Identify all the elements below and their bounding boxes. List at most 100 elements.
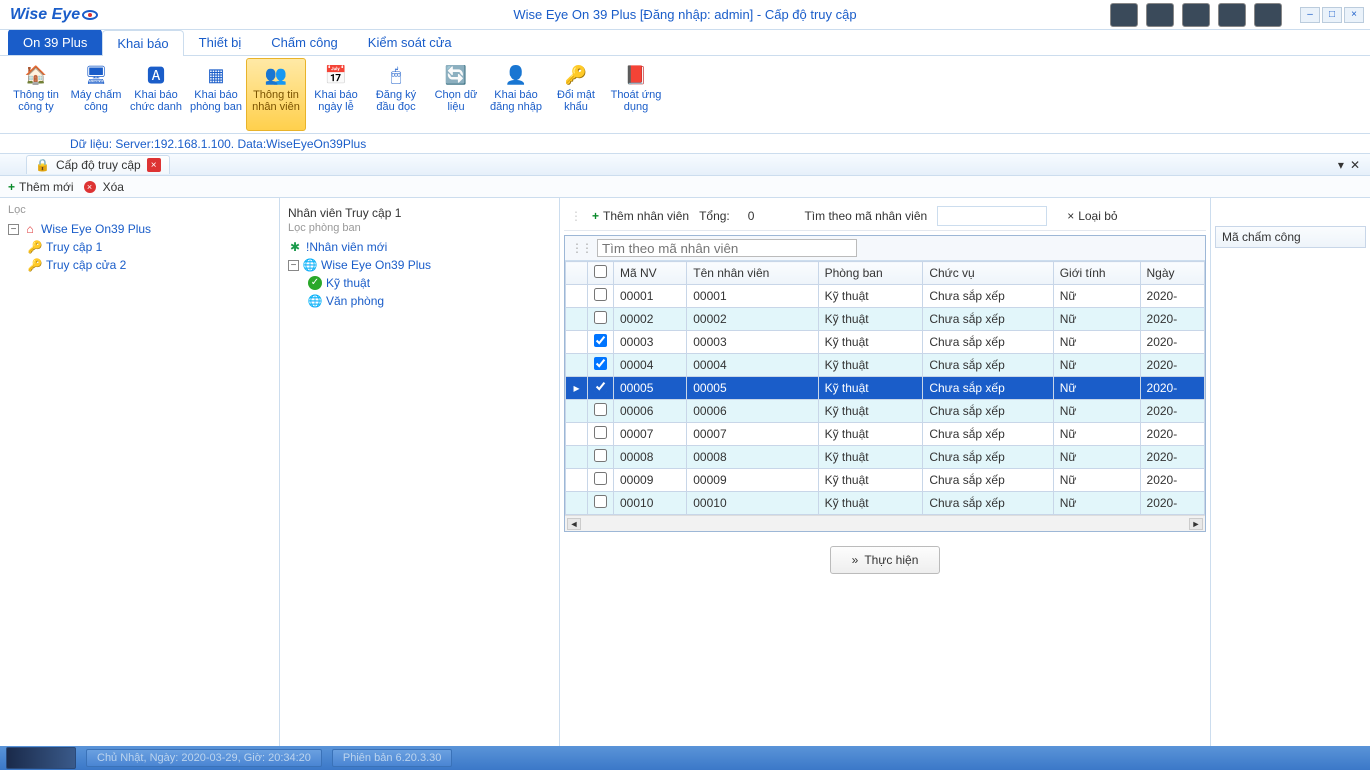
status-bar: Chủ Nhật, Ngày: 2020-03-29, Giờ: 20:34:2… <box>0 746 1370 770</box>
row-checkbox[interactable] <box>594 288 607 301</box>
table-row[interactable]: 0000300003Kỹ thuậtChưa sắp xếpNữ2020- <box>566 331 1205 354</box>
cell-gioi-tinh: Nữ <box>1053 446 1140 469</box>
row-checkbox[interactable] <box>594 472 607 485</box>
add-button[interactable]: +Thêm mới <box>8 180 74 194</box>
ribbon-máy-chấm-công[interactable]: 🖥Máy chấm công <box>66 58 126 131</box>
dropdown-icon[interactable]: ▾ <box>1338 158 1344 172</box>
menu-bar: On 39 PlusKhai báoThiết bịChấm côngKiểm … <box>0 30 1370 56</box>
column-header[interactable]: Tên nhân viên <box>687 262 818 285</box>
cell-gioi-tinh: Nữ <box>1053 423 1140 446</box>
row-indicator <box>566 400 588 423</box>
table-row[interactable]: 0000700007Kỹ thuậtChưa sắp xếpNữ2020- <box>566 423 1205 446</box>
close-button[interactable]: × <box>1344 7 1364 23</box>
minimize-button[interactable]: – <box>1300 7 1320 23</box>
tree-item[interactable]: 🔑Truy cập 1 <box>28 238 271 256</box>
row-checkbox[interactable] <box>594 449 607 462</box>
ribbon-thoát-ứng-dụng[interactable]: 📕Thoát ứng dụng <box>606 58 666 131</box>
ribbon-label: Máy chấm công <box>69 89 123 113</box>
row-checkbox[interactable] <box>594 311 607 324</box>
table-row[interactable]: 0000400004Kỹ thuậtChưa sắp xếpNữ2020- <box>566 354 1205 377</box>
column-header[interactable]: Phòng ban <box>818 262 923 285</box>
device-icon <box>1110 3 1138 27</box>
ribbon-icon: 🖥 <box>84 63 108 87</box>
mid-header: Nhân viên Truy cập 1 <box>284 204 555 222</box>
cell-phong-ban: Kỹ thuật <box>818 308 923 331</box>
ribbon-khai-báo-phòng-ban[interactable]: ▦Khai báo phòng ban <box>186 58 246 131</box>
total-label: Tổng: <box>699 209 730 223</box>
table-row[interactable]: 0000800008Kỹ thuậtChưa sắp xếpNữ2020- <box>566 446 1205 469</box>
ribbon-label: Khai báo chức danh <box>129 89 183 113</box>
tree-root[interactable]: − ⌂ Wise Eye On39 Plus <box>8 220 271 238</box>
ribbon-icon: ▦ <box>204 63 228 87</box>
row-indicator <box>566 285 588 308</box>
column-header[interactable]: Giới tính <box>1053 262 1140 285</box>
cell-ten: 00006 <box>687 400 818 423</box>
globe-icon: 🌐 <box>308 294 322 308</box>
cell-ten: 00004 <box>687 354 818 377</box>
eye-icon <box>82 10 98 20</box>
dept-tree-root[interactable]: − 🌐 Wise Eye On39 Plus <box>288 256 555 274</box>
ribbon-thông-tin-công-ty[interactable]: 🏠Thông tin công ty <box>6 58 66 131</box>
table-row[interactable]: 0000900009Kỹ thuậtChưa sắp xếpNữ2020- <box>566 469 1205 492</box>
row-checkbox[interactable] <box>594 495 607 508</box>
remove-button[interactable]: ×Loại bỏ <box>1067 209 1117 223</box>
globe-icon: 🌐 <box>303 258 317 272</box>
menu-tab-chấm-công[interactable]: Chấm công <box>256 29 352 55</box>
department-panel: Nhân viên Truy cập 1 Lọc phòng ban ✱ !Nh… <box>280 198 560 746</box>
close-tab-button[interactable]: × <box>147 158 161 172</box>
row-checkbox[interactable] <box>594 357 607 370</box>
add-employee-button[interactable]: +Thêm nhân viên <box>592 209 689 223</box>
table-row[interactable]: 0000200002Kỹ thuậtChưa sắp xếpNữ2020- <box>566 308 1205 331</box>
ribbon-label: Khai báo đăng nhập <box>489 89 543 113</box>
menu-tab-khai-báo[interactable]: Khai báo <box>102 30 183 56</box>
ribbon-label: Chọn dữ liệu <box>429 89 483 113</box>
column-header[interactable] <box>566 262 588 285</box>
dept-item[interactable]: 🌐Văn phòng <box>308 292 555 310</box>
search-input[interactable] <box>937 206 1047 226</box>
row-checkbox[interactable] <box>594 380 607 393</box>
cell-chuc-vu: Chưa sắp xếp <box>923 377 1053 400</box>
close-panel-button[interactable]: ✕ <box>1350 158 1360 172</box>
ribbon-chọn-dữ-liệu[interactable]: 🔄Chọn dữ liệu <box>426 58 486 131</box>
ribbon-đổi-mật-khẩu[interactable]: 🔑Đổi mật khẩu <box>546 58 606 131</box>
row-checkbox[interactable] <box>594 426 607 439</box>
grip-icon: ⋮⋮ <box>571 241 591 255</box>
scroll-right-icon[interactable]: ► <box>1189 518 1203 530</box>
ribbon-khai-báo-đăng-nhập[interactable]: 👤Khai báo đăng nhập <box>486 58 546 131</box>
menu-tab-on-39-plus[interactable]: On 39 Plus <box>8 29 102 55</box>
ribbon-khai-báo-ngày-lễ[interactable]: 📅Khai báo ngày lễ <box>306 58 366 131</box>
column-header[interactable]: Chức vụ <box>923 262 1053 285</box>
ribbon-đăng-ký-đầu-đọc[interactable]: 🖱Đăng ký đầu đọc <box>366 58 426 131</box>
table-row[interactable]: 0000100001Kỹ thuậtChưa sắp xếpNữ2020- <box>566 285 1205 308</box>
ribbon-khai-báo-chức-danh[interactable]: 🅰Khai báo chức danh <box>126 58 186 131</box>
dept-item[interactable]: ✓Kỹ thuật <box>308 274 555 292</box>
row-indicator <box>566 446 588 469</box>
tree-item[interactable]: 🔑Truy cập cửa 2 <box>28 256 271 274</box>
menu-tab-kiểm-soát-cửa[interactable]: Kiểm soát cửa <box>353 29 467 55</box>
scroll-left-icon[interactable]: ◄ <box>567 518 581 530</box>
table-row[interactable]: 0000600006Kỹ thuậtChưa sắp xếpNữ2020- <box>566 400 1205 423</box>
column-header[interactable] <box>588 262 614 285</box>
device-icon <box>1218 3 1246 27</box>
horizontal-scrollbar[interactable]: ◄ ► <box>565 515 1205 531</box>
collapse-icon[interactable]: − <box>288 260 299 271</box>
ribbon-thông-tin-nhân-viên[interactable]: 👥Thông tin nhân viên <box>246 58 306 131</box>
select-all-checkbox[interactable] <box>594 265 607 278</box>
table-row[interactable]: ▸0000500005Kỹ thuậtChưa sắp xếpNữ2020- <box>566 377 1205 400</box>
row-checkbox[interactable] <box>594 334 607 347</box>
tree-new-employee[interactable]: ✱ !Nhân viên mới <box>288 238 555 256</box>
column-header[interactable]: Mã NV <box>614 262 687 285</box>
table-row[interactable]: 0001000010Kỹ thuậtChưa sắp xếpNữ2020- <box>566 492 1205 515</box>
column-header[interactable]: Ngày <box>1140 262 1204 285</box>
execute-button[interactable]: » Thực hiện <box>830 546 940 574</box>
timecode-panel: Mã chấm công <box>1210 198 1370 746</box>
delete-button[interactable]: ×Xóa <box>84 180 124 194</box>
maximize-button[interactable]: □ <box>1322 7 1342 23</box>
row-checkbox[interactable] <box>594 403 607 416</box>
grid-search-input[interactable] <box>597 239 857 257</box>
collapse-icon[interactable]: − <box>8 224 19 235</box>
dept-root-label: Wise Eye On39 Plus <box>321 258 431 272</box>
menu-tab-thiết-bị[interactable]: Thiết bị <box>184 29 257 55</box>
cell-ma-nv: 00009 <box>614 469 687 492</box>
document-tab[interactable]: 🔒 Cấp độ truy cập × <box>26 155 170 174</box>
